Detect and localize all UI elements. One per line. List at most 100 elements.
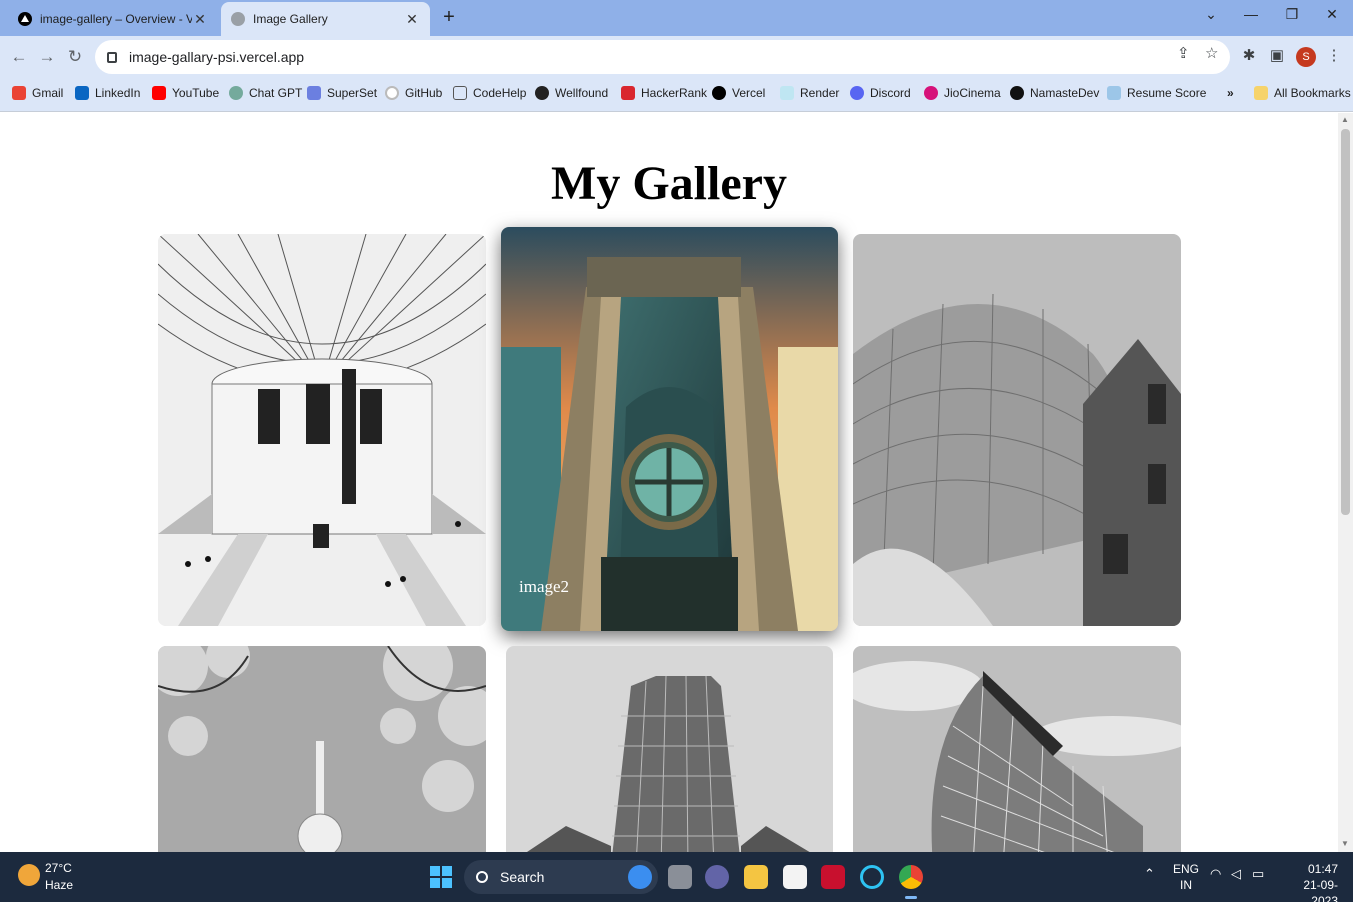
reload-icon[interactable]: ↻ <box>64 46 86 68</box>
vercel-icon <box>712 86 726 100</box>
gallery-image-3[interactable] <box>853 234 1181 626</box>
extensions-icon[interactable]: ✱ <box>1239 46 1259 66</box>
restore-icon[interactable]: ❐ <box>1281 6 1303 23</box>
weather-haze-icon[interactable] <box>18 864 40 886</box>
bookmark-label: Discord <box>870 86 911 100</box>
close-icon[interactable]: ✕ <box>404 11 420 28</box>
bookmark-jiocinema[interactable]: JioCinema <box>924 86 1001 100</box>
bookmark-hackerrank[interactable]: HackerRank <box>621 86 707 100</box>
chrome-icon[interactable] <box>899 865 923 889</box>
bookmark-superset[interactable]: SuperSet <box>307 86 377 100</box>
linkedin-icon <box>75 86 89 100</box>
active-app-indicator <box>905 896 917 899</box>
globe-icon <box>231 12 245 26</box>
minimize-icon[interactable]: — <box>1240 6 1262 22</box>
url-text: image-gallary-psi.vercel.app <box>129 49 305 65</box>
scrollbar-thumb[interactable] <box>1341 129 1350 515</box>
tab-image-gallery[interactable]: Image Gallery ✕ <box>221 2 430 36</box>
wifi-icon[interactable]: ◠ <box>1210 866 1221 882</box>
bookmark-gmail[interactable]: Gmail <box>12 86 63 100</box>
gallery-image-6[interactable] <box>853 646 1181 852</box>
gallery-image-4[interactable] <box>158 646 486 852</box>
volume-icon[interactable]: ◁ <box>1231 866 1241 882</box>
bookmark-label: Chat GPT <box>249 86 303 100</box>
region-code: IN <box>1180 878 1192 892</box>
gmail-icon <box>12 86 26 100</box>
close-icon[interactable]: ✕ <box>192 11 208 28</box>
bookmark-label: HackerRank <box>641 86 708 100</box>
scroll-up-icon[interactable]: ▲ <box>1341 115 1349 124</box>
image-rotunda <box>158 234 486 626</box>
bookmark-github[interactable]: GitHub <box>385 86 442 100</box>
file-explorer-icon[interactable] <box>744 865 768 889</box>
bookmark-namastedev[interactable]: NamasteDev <box>1010 86 1099 100</box>
vercel-icon <box>18 12 32 26</box>
window-close-icon[interactable]: ✕ <box>1321 6 1343 23</box>
microsoft-store-icon[interactable] <box>783 865 807 889</box>
bookmark-codehelp[interactable]: CodeHelp <box>453 86 526 100</box>
chatgpt-icon <box>229 86 243 100</box>
youtube-icon <box>152 86 166 100</box>
bookmark-label: JioCinema <box>944 86 1001 100</box>
tab-search-icon[interactable]: ⌄ <box>1200 6 1222 23</box>
share-icon[interactable]: ⇪ <box>1177 44 1190 62</box>
windows-taskbar: 27°C Haze Search ⌃ ENG IN ◠ ◁ ▭ 01:47 21… <box>0 852 1353 908</box>
address-bar[interactable]: image-gallary-psi.vercel.app <box>95 40 1230 74</box>
more-bookmarks-button[interactable]: » <box>1227 86 1234 100</box>
bookmark-label: CodeHelp <box>473 86 527 100</box>
bookmark-chatgpt[interactable]: Chat GPT <box>229 86 302 100</box>
profile-avatar[interactable]: S <box>1296 47 1316 67</box>
bookmark-render[interactable]: Render <box>780 86 839 100</box>
bookmark-label: GitHub <box>405 86 443 100</box>
teams-chat-icon[interactable] <box>705 865 729 889</box>
image-tv-tower <box>158 646 486 852</box>
bookmark-label: Wellfound <box>555 86 609 100</box>
tab-strip: image-gallery – Overview - Vercel ✕ Imag… <box>0 0 1353 36</box>
bookmark-discord[interactable]: Discord <box>850 86 911 100</box>
new-tab-button[interactable]: + <box>438 6 460 28</box>
language-indicator[interactable]: ENG IN <box>1173 861 1199 893</box>
weather-temperature[interactable]: 27°C <box>45 861 72 875</box>
bookmark-wellfound[interactable]: Wellfound <box>535 86 608 100</box>
alexa-icon[interactable] <box>860 865 884 889</box>
render-icon <box>780 86 794 100</box>
hackerrank-icon <box>621 86 635 100</box>
tray-overflow-icon[interactable]: ⌃ <box>1144 866 1155 882</box>
taskbar-search[interactable]: Search <box>464 860 658 894</box>
forward-icon[interactable]: → <box>36 46 58 68</box>
bookmark-vercel[interactable]: Vercel <box>712 86 765 100</box>
scroll-down-icon[interactable]: ▼ <box>1341 839 1349 848</box>
search-label: Search <box>500 869 545 885</box>
windows-start-icon[interactable] <box>430 866 452 888</box>
resume-score-icon <box>1107 86 1121 100</box>
bookmark-star-icon[interactable]: ☆ <box>1205 44 1218 62</box>
clock-date: 21-09-2023 <box>1303 878 1338 908</box>
bookmark-label: SuperSet <box>327 86 378 100</box>
search-icon <box>476 871 488 883</box>
bookmark-youtube[interactable]: YouTube <box>152 86 219 100</box>
gallery-image-2[interactable]: image2 <box>501 227 838 631</box>
page-scrollbar[interactable]: ▲ ▼ <box>1338 113 1353 852</box>
side-panel-icon[interactable]: ▣ <box>1267 46 1287 66</box>
image-arched-doorway <box>501 227 838 631</box>
all-bookmarks-folder[interactable]: All Bookmarks <box>1254 86 1351 100</box>
superset-icon <box>307 86 321 100</box>
bookmark-resume-score[interactable]: Resume Score <box>1107 86 1206 100</box>
back-icon[interactable]: ← <box>8 46 30 68</box>
namastedev-icon <box>1010 86 1024 100</box>
gallery-image-5[interactable] <box>506 646 833 852</box>
task-view-icon[interactable] <box>668 865 692 889</box>
gallery-image-1[interactable] <box>158 234 486 626</box>
bookmark-linkedin[interactable]: LinkedIn <box>75 86 140 100</box>
menu-icon[interactable]: ⋮ <box>1324 46 1344 66</box>
battery-icon[interactable]: ▭ <box>1252 866 1264 882</box>
bookmark-label: All Bookmarks <box>1274 86 1351 100</box>
mcafee-icon[interactable] <box>821 865 845 889</box>
bookmark-label: Gmail <box>32 86 64 100</box>
weather-condition[interactable]: Haze <box>45 878 73 892</box>
github-icon <box>535 86 549 100</box>
browser-toolbar: ← → ↻ image-gallary-psi.vercel.app ⇪ ☆ ✱… <box>0 36 1353 78</box>
tab-vercel-overview[interactable]: image-gallery – Overview - Vercel ✕ <box>8 2 218 36</box>
bing-icon[interactable] <box>628 865 652 889</box>
lock-icon[interactable] <box>107 51 117 63</box>
